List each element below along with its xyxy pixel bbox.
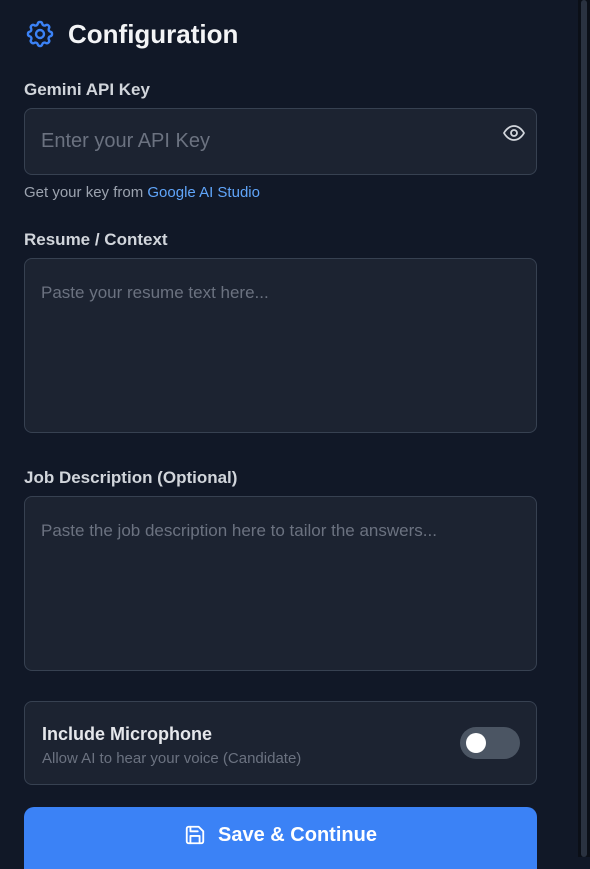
job-description-textarea[interactable]: [25, 497, 536, 670]
save-button-label: Save & Continue: [218, 823, 377, 846]
scrollbar-thumb[interactable]: [581, 0, 587, 857]
api-key-hint-text: Get your key from: [24, 184, 148, 201]
panel-header: Configuration: [24, 18, 238, 50]
api-key-field-wrapper: [24, 108, 537, 175]
api-key-label: Gemini API Key: [24, 80, 150, 99]
resume-textarea[interactable]: [25, 259, 536, 432]
microphone-subtitle: Allow AI to hear your voice (Candidate): [42, 750, 302, 767]
microphone-card: Include Microphone Allow AI to hear your…: [24, 701, 537, 785]
microphone-toggle[interactable]: [460, 727, 520, 759]
job-description-field-wrapper: [24, 496, 537, 671]
api-key-input[interactable]: [25, 109, 536, 174]
page-title: Configuration: [68, 18, 239, 49]
resume-field-wrapper: [24, 258, 537, 433]
google-ai-studio-link[interactable]: Google AI Studio: [147, 184, 260, 201]
toggle-knob: [466, 733, 486, 753]
save-continue-button[interactable]: Save & Continue: [24, 807, 537, 869]
configuration-panel: Configuration Gemini API Key Get your ke…: [0, 0, 578, 869]
resume-label: Resume / Context: [24, 230, 168, 249]
gear-icon: [26, 20, 54, 48]
api-key-hint: Get your key from Google AI Studio: [24, 184, 260, 201]
save-icon: [185, 825, 205, 845]
eye-icon[interactable]: [502, 121, 526, 145]
job-description-label: Job Description (Optional): [24, 468, 238, 487]
microphone-title: Include Microphone: [42, 724, 213, 744]
